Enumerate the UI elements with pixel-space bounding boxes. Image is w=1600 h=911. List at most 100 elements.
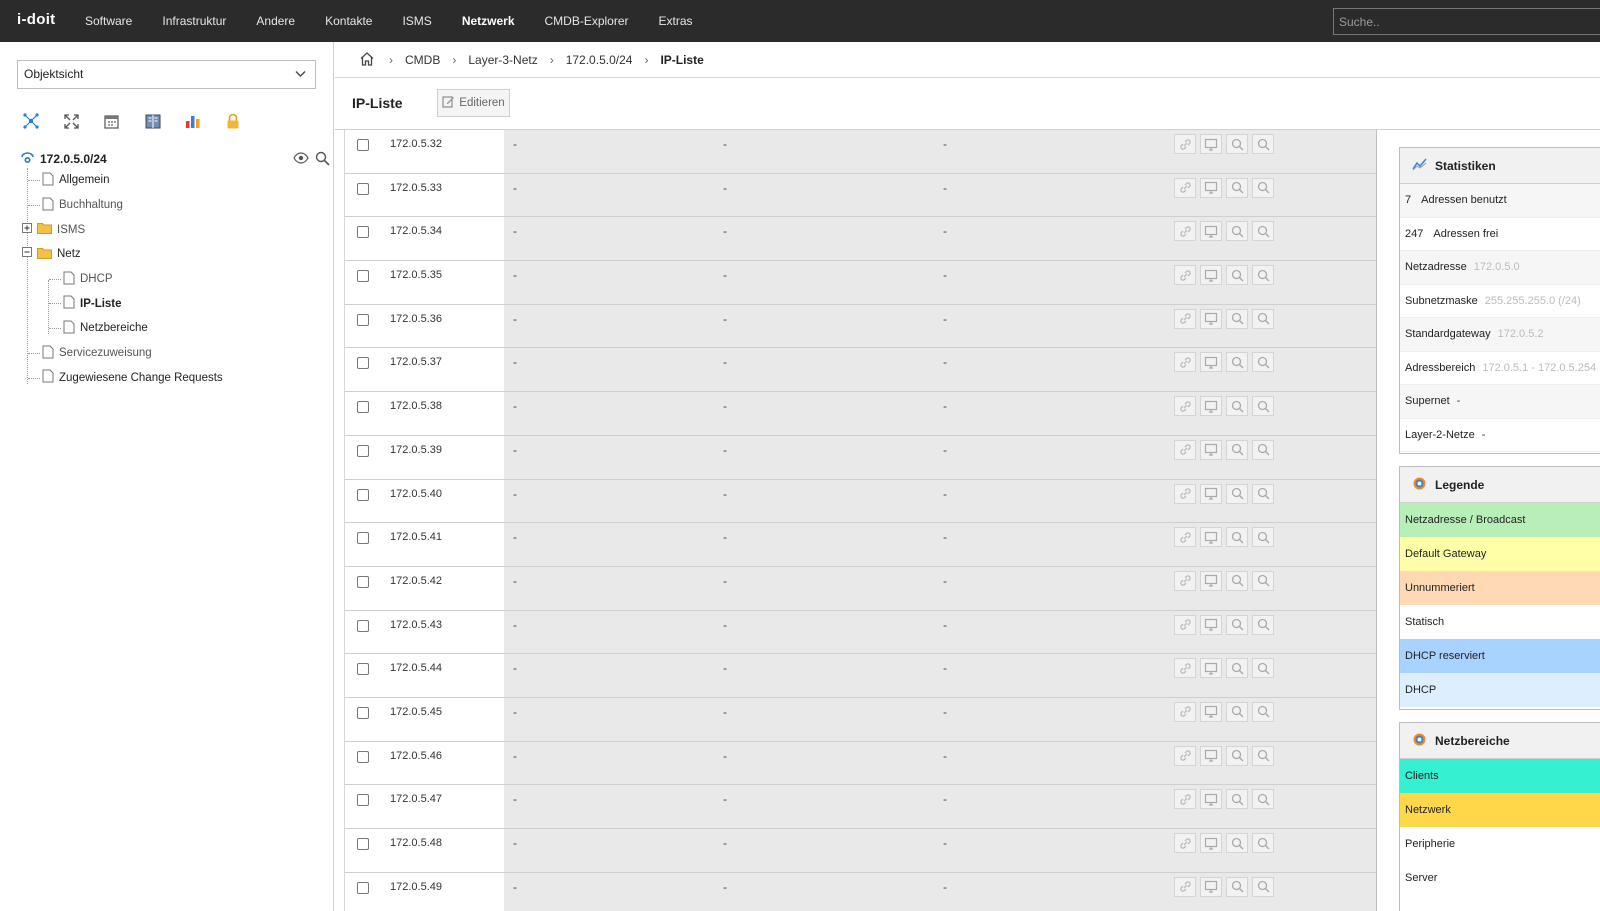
view-select[interactable]: Objektsicht: [17, 60, 316, 89]
search-icon[interactable]: [1252, 439, 1274, 460]
link-icon[interactable]: [1174, 614, 1196, 635]
monitor-icon[interactable]: [1200, 876, 1222, 897]
table-row[interactable]: 172.0.5.49 - - -: [345, 872, 1376, 911]
row-checkbox[interactable]: [357, 838, 369, 850]
nav-item-kontakte[interactable]: Kontakte: [310, 0, 387, 42]
link-icon[interactable]: [1174, 833, 1196, 853]
row-checkbox[interactable]: [357, 794, 369, 807]
search-icon[interactable]: [1252, 308, 1274, 329]
search-icon[interactable]: [1226, 527, 1248, 548]
link-icon[interactable]: [1174, 483, 1196, 504]
search-icon[interactable]: [1226, 483, 1248, 504]
table-row[interactable]: 172.0.5.44 - - -: [345, 654, 1376, 698]
table-row[interactable]: 172.0.5.33 - - -: [345, 173, 1376, 218]
breadcrumb-network[interactable]: 172.0.5.0/24: [566, 53, 633, 67]
collapse-minus-icon[interactable]: [22, 247, 33, 261]
link-icon[interactable]: [1174, 396, 1196, 417]
chart-icon[interactable]: [182, 110, 223, 132]
tree-item-servicezuweisung[interactable]: Servicezuweisung: [20, 341, 330, 366]
monitor-icon[interactable]: [1200, 483, 1222, 504]
row-checkbox[interactable]: [357, 619, 369, 632]
link-icon[interactable]: [1174, 221, 1196, 242]
tree-item-netz[interactable]: Netz: [20, 242, 330, 267]
table-row[interactable]: 172.0.5.48 - - -: [345, 829, 1376, 873]
row-checkbox[interactable]: [357, 182, 369, 195]
row-checkbox[interactable]: [357, 401, 369, 414]
calendar-icon[interactable]: [101, 110, 142, 132]
search-icon[interactable]: [1226, 352, 1248, 373]
row-checkbox[interactable]: [357, 139, 369, 151]
expand-icon[interactable]: [61, 110, 102, 132]
range-item[interactable]: Server: [1400, 861, 1600, 895]
table-row[interactable]: 172.0.5.45 - - -: [345, 697, 1376, 742]
tree-item-dhcp[interactable]: DHCP: [20, 267, 330, 292]
monitor-icon[interactable]: [1200, 265, 1222, 286]
search-icon[interactable]: [1226, 177, 1248, 198]
tree-item-netzbereiche[interactable]: Netzbereiche: [20, 316, 330, 341]
search-icon[interactable]: [1252, 614, 1274, 635]
monitor-icon[interactable]: [1200, 177, 1222, 198]
table-row[interactable]: 172.0.5.39 - - -: [345, 435, 1376, 480]
tree-root[interactable]: 172.0.5.0/24: [20, 150, 330, 168]
table-row[interactable]: 172.0.5.35 - - -: [345, 261, 1376, 305]
table-row[interactable]: 172.0.5.34 - - -: [345, 217, 1376, 262]
monitor-icon[interactable]: [1200, 134, 1222, 154]
tree-item-change-requests[interactable]: Zugewiesene Change Requests: [20, 366, 330, 391]
link-icon[interactable]: [1174, 789, 1196, 810]
link-icon[interactable]: [1174, 527, 1196, 548]
monitor-icon[interactable]: [1200, 833, 1222, 853]
link-icon[interactable]: [1174, 876, 1196, 897]
app-logo[interactable]: i-doit: [17, 11, 55, 28]
link-icon[interactable]: [1174, 308, 1196, 329]
table-row[interactable]: 172.0.5.42 - - -: [345, 566, 1376, 611]
link-icon[interactable]: [1174, 745, 1196, 766]
search-icon[interactable]: [1252, 221, 1274, 242]
monitor-icon[interactable]: [1200, 527, 1222, 548]
search-input[interactable]: [1333, 8, 1600, 35]
tree-item-allgemein[interactable]: Allgemein: [20, 168, 330, 193]
link-icon[interactable]: [1174, 352, 1196, 373]
monitor-icon[interactable]: [1200, 308, 1222, 329]
link-icon[interactable]: [1174, 701, 1196, 722]
row-checkbox[interactable]: [357, 357, 369, 370]
search-icon[interactable]: [1252, 265, 1274, 286]
network-icon[interactable]: [20, 110, 61, 132]
range-item[interactable]: Netzwerk: [1400, 793, 1600, 827]
table-row[interactable]: 172.0.5.37 - - -: [345, 348, 1376, 393]
monitor-icon[interactable]: [1200, 352, 1222, 373]
row-checkbox[interactable]: [357, 706, 369, 719]
eye-icon[interactable]: [293, 151, 309, 169]
link-icon[interactable]: [1174, 658, 1196, 679]
home-icon[interactable]: [359, 51, 375, 69]
table-row[interactable]: 172.0.5.46 - - -: [345, 741, 1376, 786]
search-icon[interactable]: [1226, 876, 1248, 897]
expand-plus-icon[interactable]: [22, 222, 33, 237]
monitor-icon[interactable]: [1200, 570, 1222, 591]
search-icon[interactable]: [1226, 308, 1248, 329]
link-icon[interactable]: [1174, 439, 1196, 460]
nav-item-extras[interactable]: Extras: [644, 0, 708, 42]
row-checkbox[interactable]: [357, 444, 369, 457]
search-icon[interactable]: [1252, 177, 1274, 198]
nav-item-andere[interactable]: Andere: [241, 0, 310, 42]
row-checkbox[interactable]: [357, 881, 369, 894]
nav-item-infrastruktur[interactable]: Infrastruktur: [147, 0, 241, 42]
search-icon[interactable]: [1252, 352, 1274, 373]
search-icon[interactable]: [1252, 570, 1274, 591]
table-row[interactable]: 172.0.5.40 - - -: [345, 479, 1376, 524]
search-icon[interactable]: [1226, 439, 1248, 460]
search-icon[interactable]: [1252, 745, 1274, 766]
search-icon[interactable]: [1252, 658, 1274, 679]
row-checkbox[interactable]: [357, 750, 369, 763]
search-icon[interactable]: [1252, 396, 1274, 417]
nav-item-netzwerk[interactable]: Netzwerk: [447, 0, 530, 42]
search-icon[interactable]: [1252, 701, 1274, 722]
row-checkbox[interactable]: [357, 313, 369, 326]
search-icon[interactable]: [1226, 134, 1248, 154]
nav-item-isms[interactable]: ISMS: [387, 0, 446, 42]
search-icon[interactable]: [1252, 876, 1274, 897]
search-icon[interactable]: [1252, 483, 1274, 504]
row-checkbox[interactable]: [357, 532, 369, 545]
search-icon[interactable]: [1226, 396, 1248, 417]
monitor-icon[interactable]: [1200, 396, 1222, 417]
